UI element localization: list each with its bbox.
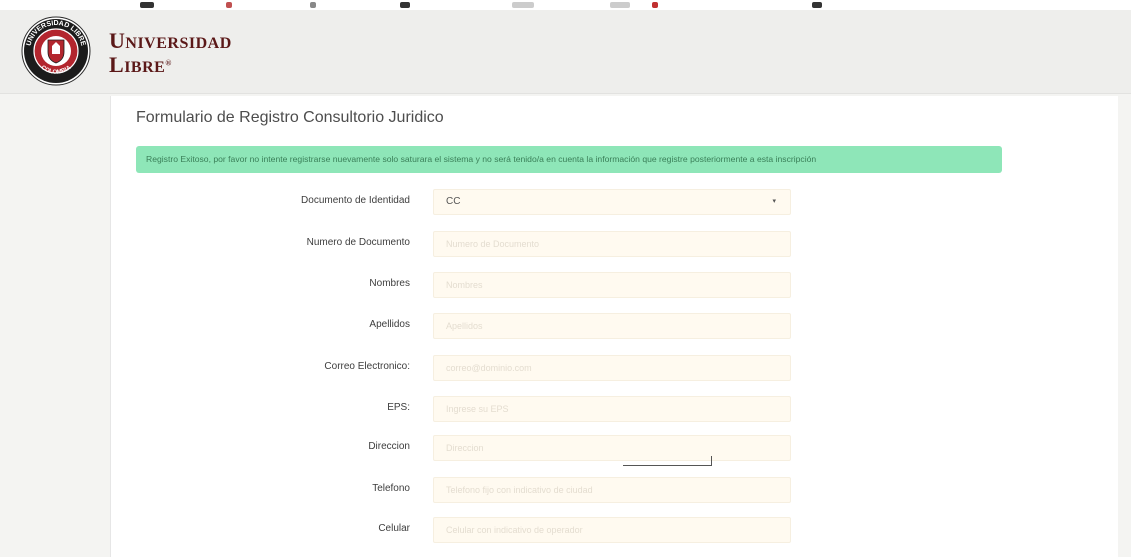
- toolbar-icon: [652, 2, 658, 8]
- first-names-input[interactable]: Nombres: [433, 272, 791, 298]
- success-alert: Registro Exitoso, por favor no intente r…: [136, 146, 1002, 173]
- last-names-label: Apellidos: [369, 319, 410, 330]
- eps-input[interactable]: Ingrese su EPS: [433, 396, 791, 422]
- last-names-input[interactable]: Apellidos: [433, 313, 791, 339]
- toolbar-icon: [512, 2, 534, 8]
- brand-wordmark[interactable]: UNIVERSIDAD LIBRE®: [109, 30, 232, 76]
- brand-line-2: LIBRE®: [109, 52, 172, 77]
- first-names-label: Nombres: [369, 278, 410, 289]
- brand-line-1: UNIVERSIDAD: [109, 28, 232, 53]
- phone-input[interactable]: Telefono fijo con indicativo de ciudad: [433, 477, 791, 503]
- document-number-label: Numero de Documento: [306, 237, 410, 248]
- drag-handle[interactable]: [623, 456, 712, 466]
- mobile-input[interactable]: Celular con indicativo de operador: [433, 517, 791, 543]
- toolbar-icon: [610, 2, 630, 8]
- document-type-select[interactable]: CC ▾: [433, 189, 791, 215]
- toolbar-icon: [140, 2, 154, 8]
- form-title: Formulario de Registro Consultorio Jurid…: [136, 109, 444, 126]
- mobile-label: Celular: [378, 523, 410, 534]
- toolbar-icon: [226, 2, 232, 8]
- document-type-value: CC: [446, 196, 461, 207]
- university-seal-logo[interactable]: UNIVERSIDAD LIBRE COLOMBIA: [21, 16, 91, 86]
- document-type-label: Documento de Identidad: [301, 195, 410, 206]
- document-number-input[interactable]: Numero de Documento: [433, 231, 791, 257]
- toolbar-icon: [310, 2, 316, 8]
- browser-top-strip: [0, 0, 1131, 10]
- eps-label: EPS:: [387, 402, 410, 413]
- address-label: Direccion: [368, 441, 410, 452]
- email-label: Correo Electronico:: [324, 361, 410, 372]
- email-input[interactable]: correo@dominio.com: [433, 355, 791, 381]
- address-input[interactable]: Direccion: [433, 435, 791, 461]
- page-scrollbar[interactable]: [1118, 96, 1131, 557]
- phone-label: Telefono: [372, 483, 410, 494]
- chevron-down-icon: ▾: [772, 198, 776, 205]
- toolbar-icon: [812, 2, 822, 8]
- toolbar-icon: [400, 2, 410, 8]
